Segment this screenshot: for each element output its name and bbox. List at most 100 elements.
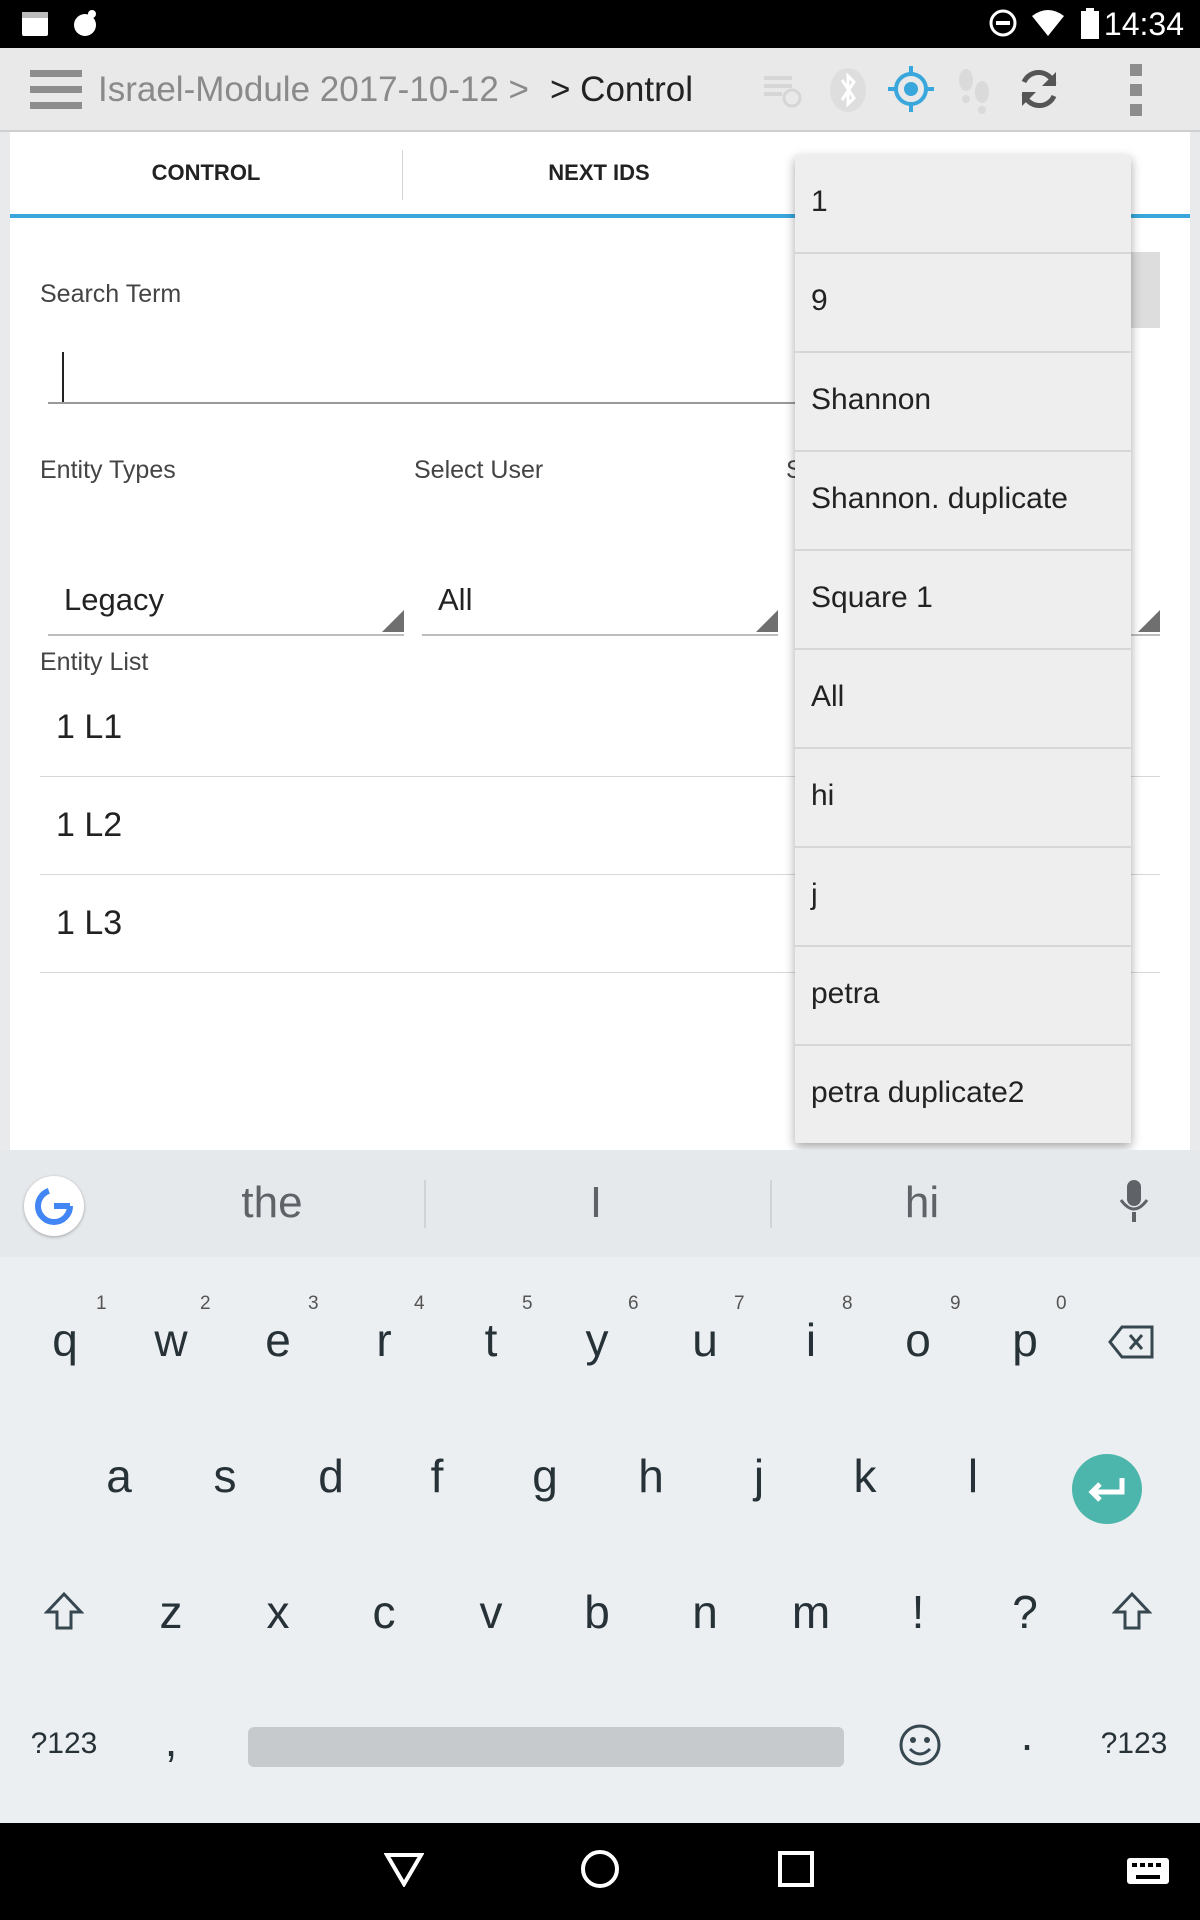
- key-hint: 1: [96, 1293, 107, 1314]
- keyboard-switch-icon[interactable]: [1126, 1857, 1170, 1890]
- keyboard-suggestion-bar: the I hi: [0, 1150, 1200, 1257]
- symbols-key-right[interactable]: ?123: [1088, 1727, 1180, 1761]
- wifi-icon: [1030, 8, 1066, 43]
- key-hint: 6: [628, 1293, 639, 1314]
- do-not-disturb-icon: [988, 8, 1018, 43]
- calendar-icon: [20, 8, 50, 43]
- status-bar: 14:34: [0, 0, 1200, 48]
- key-k[interactable]: k: [820, 1449, 910, 1503]
- key-q[interactable]: q: [20, 1313, 110, 1367]
- battery-icon: [1080, 8, 1100, 45]
- enter-key[interactable]: [1072, 1454, 1142, 1524]
- entity-types-spinner[interactable]: Legacy: [48, 564, 404, 636]
- tab-control[interactable]: CONTROL: [10, 132, 402, 214]
- page-title: > Control: [550, 70, 693, 109]
- emoji-icon[interactable]: [898, 1723, 942, 1772]
- space-bar[interactable]: [248, 1727, 844, 1767]
- key-j[interactable]: j: [714, 1449, 804, 1503]
- dropdown-option[interactable]: Shannon: [795, 353, 1131, 452]
- entity-list-label: Entity List: [40, 648, 149, 676]
- shift-left-icon[interactable]: [43, 1591, 85, 1636]
- symbols-key-left[interactable]: ?123: [18, 1727, 110, 1761]
- key-exclamation[interactable]: !: [873, 1585, 963, 1639]
- key-hint: 5: [522, 1293, 533, 1314]
- tab-next-ids[interactable]: NEXT IDS: [403, 132, 795, 214]
- google-g-icon[interactable]: [24, 1176, 84, 1236]
- shift-right-icon[interactable]: [1111, 1591, 1153, 1636]
- gps-location-icon[interactable]: [888, 66, 934, 117]
- text-cursor: [62, 352, 64, 402]
- select-user-label: Select User: [414, 456, 544, 484]
- refresh-icon[interactable]: [1016, 66, 1062, 117]
- key-g[interactable]: g: [500, 1449, 590, 1503]
- dropdown-option[interactable]: 9: [795, 254, 1131, 353]
- key-p[interactable]: p: [980, 1313, 1070, 1367]
- key-z[interactable]: z: [126, 1585, 216, 1639]
- key-t[interactable]: t: [446, 1313, 536, 1367]
- key-b[interactable]: b: [552, 1585, 642, 1639]
- overflow-menu-icon[interactable]: [1126, 64, 1146, 121]
- dropdown-option[interactable]: Shannon. duplicate: [795, 452, 1131, 551]
- breadcrumb[interactable]: Israel-Module 2017-10-12 >: [98, 70, 529, 110]
- suggestion-divider: [770, 1180, 772, 1228]
- hidden-button-edge: [1130, 252, 1160, 328]
- key-s[interactable]: s: [180, 1449, 270, 1503]
- home-icon[interactable]: [580, 1849, 620, 1894]
- key-o[interactable]: o: [873, 1313, 963, 1367]
- microphone-icon[interactable]: [1118, 1178, 1150, 1229]
- comma-key[interactable]: ,: [126, 1713, 216, 1767]
- key-n[interactable]: n: [660, 1585, 750, 1639]
- period-key[interactable]: .: [982, 1707, 1072, 1761]
- key-hint: 3: [308, 1293, 319, 1314]
- key-x[interactable]: x: [233, 1585, 323, 1639]
- bluetooth-icon[interactable]: [826, 66, 870, 119]
- key-e[interactable]: e: [233, 1313, 323, 1367]
- suggestion-word[interactable]: I: [496, 1178, 696, 1228]
- key-w[interactable]: w: [126, 1313, 216, 1367]
- soft-keyboard: q w e r t y u i o p 1 2 3 4 5 6 7 8 9 0 …: [0, 1257, 1200, 1823]
- dropdown-option[interactable]: petra: [795, 947, 1131, 1046]
- back-icon[interactable]: [383, 1851, 425, 1892]
- select-user-value: All: [438, 582, 473, 617]
- dropdown-option[interactable]: hi: [795, 749, 1131, 848]
- navigation-bar: [0, 1823, 1200, 1920]
- key-f[interactable]: f: [392, 1449, 482, 1503]
- suggestion-word[interactable]: the: [172, 1178, 372, 1228]
- key-question[interactable]: ?: [980, 1585, 1070, 1639]
- dropdown-triangle-icon: [1138, 610, 1160, 632]
- entity-types-value: Legacy: [64, 582, 164, 617]
- suggestion-word[interactable]: hi: [822, 1178, 1022, 1228]
- key-v[interactable]: v: [446, 1585, 536, 1639]
- key-h[interactable]: h: [606, 1449, 696, 1503]
- key-d[interactable]: d: [286, 1449, 376, 1503]
- recents-icon[interactable]: [778, 1851, 814, 1892]
- key-l[interactable]: l: [928, 1449, 1018, 1503]
- dropdown-option[interactable]: All: [795, 650, 1131, 749]
- dropdown-menu: 1 9 Shannon Shannon. duplicate Square 1 …: [795, 155, 1131, 1143]
- key-c[interactable]: c: [339, 1585, 429, 1639]
- dropdown-option[interactable]: j: [795, 848, 1131, 947]
- select-user-spinner[interactable]: All: [422, 564, 778, 636]
- sync-list-icon[interactable]: [760, 66, 804, 115]
- footsteps-icon[interactable]: [954, 66, 994, 119]
- key-hint: 7: [734, 1293, 745, 1314]
- status-time: 14:34: [1103, 6, 1184, 42]
- menu-icon[interactable]: [30, 70, 82, 115]
- entity-types-label: Entity Types: [40, 456, 176, 484]
- dropdown-option[interactable]: petra duplicate2: [795, 1046, 1131, 1143]
- key-a[interactable]: a: [74, 1449, 164, 1503]
- search-input[interactable]: [48, 352, 808, 404]
- key-r[interactable]: r: [339, 1313, 429, 1367]
- backspace-icon[interactable]: [1108, 1325, 1154, 1364]
- key-y[interactable]: y: [552, 1313, 642, 1367]
- key-m[interactable]: m: [766, 1585, 856, 1639]
- dropdown-option[interactable]: Square 1: [795, 551, 1131, 650]
- dropdown-option[interactable]: 1: [795, 155, 1131, 254]
- key-hint: 2: [200, 1293, 211, 1314]
- key-hint: 8: [842, 1293, 853, 1314]
- dropdown-triangle-icon: [382, 610, 404, 632]
- dropdown-triangle-icon: [756, 610, 778, 632]
- key-i[interactable]: i: [766, 1313, 856, 1367]
- key-u[interactable]: u: [660, 1313, 750, 1367]
- app-toolbar: Israel-Module 2017-10-12 > > Control: [0, 48, 1200, 132]
